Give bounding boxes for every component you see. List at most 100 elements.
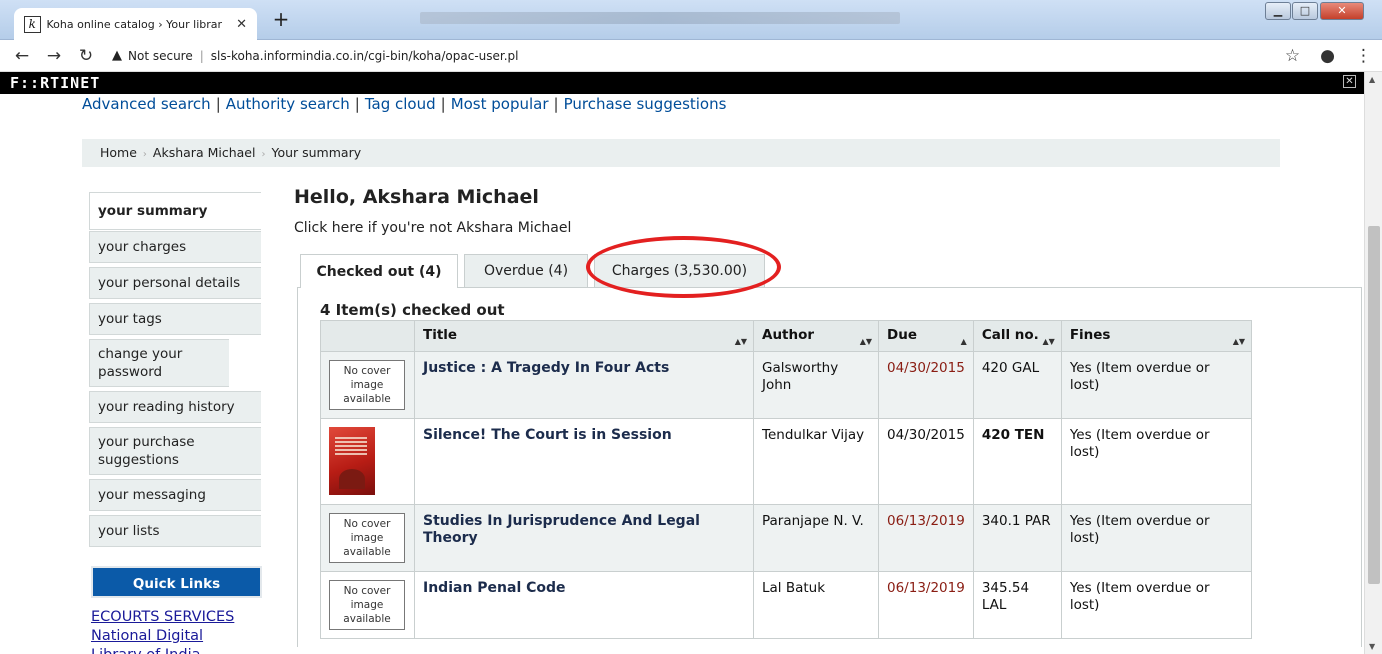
quick-link-ecourts[interactable]: ECOURTS SERVICES (91, 608, 234, 627)
new-tab-button[interactable]: + (268, 9, 294, 31)
back-icon[interactable]: ← (10, 46, 34, 66)
sidebar-item-change-password[interactable]: change your password (89, 339, 229, 387)
no-cover-placeholder: No cover image available (329, 360, 405, 410)
due-cell: 06/13/2019 (878, 504, 974, 572)
title-cell: Indian Penal Code (414, 571, 754, 639)
breadcrumb-user[interactable]: Akshara Michael (153, 145, 256, 160)
call-no-cell: 420 GAL (972, 351, 1062, 419)
breadcrumb-separator-icon: › (142, 149, 147, 160)
user-sidebar-menu: your summary your charges your personal … (89, 175, 261, 547)
quick-link-ndl-cont[interactable]: Library of India (91, 646, 234, 654)
menu-kebab-icon[interactable]: ⋮ (1355, 46, 1372, 66)
page-scrollbar[interactable]: ▲ ▼ (1364, 72, 1382, 654)
column-header-title[interactable]: Title ▲▼ (414, 320, 754, 352)
sidebar-item-label: your lists (98, 523, 160, 539)
author-cell: Galsworthy John (753, 351, 879, 419)
column-header-due[interactable]: Due ▲ (878, 320, 974, 352)
quick-link-ndl[interactable]: National Digital (91, 627, 234, 646)
profile-icon[interactable]: ● (1320, 46, 1335, 66)
fines-cell: Yes (Item overdue or lost) (1060, 504, 1253, 572)
sidebar-item-purchase-suggestions[interactable]: your purchase suggestions (89, 427, 261, 475)
scroll-thumb[interactable] (1368, 226, 1380, 584)
not-you-link[interactable]: Click here if you're not Akshara Michael (294, 220, 571, 236)
sidebar-item-charges[interactable]: your charges (89, 231, 261, 263)
table-row: Silence! The Court is in Session Tendulk… (320, 418, 1253, 505)
sidebar-item-label: your charges (98, 239, 187, 255)
browser-tab[interactable]: k Koha online catalog › Your librar ✕ (14, 8, 257, 40)
sidebar-item-label: your tags (98, 311, 162, 327)
title-link[interactable]: Studies In Jurisprudence And Legal Theor… (423, 513, 700, 546)
title-link[interactable]: Justice : A Tragedy In Four Acts (423, 360, 669, 376)
sidebar-item-personal-details[interactable]: your personal details (89, 267, 261, 299)
tab-charges[interactable]: Charges (3,530.00) (594, 254, 765, 287)
column-header-author[interactable]: Author ▲▼ (753, 320, 879, 352)
table-row: No cover image available Studies In Juri… (320, 504, 1253, 572)
authority-search-link[interactable]: Authority search (226, 95, 350, 113)
author-cell: Paranjape N. V. (753, 504, 879, 572)
no-cover-placeholder: No cover image available (329, 513, 405, 563)
sidebar-item-label: change your password (98, 346, 183, 380)
title-cell: Silence! The Court is in Session (414, 418, 754, 505)
fines-cell: Yes (Item overdue or lost) (1060, 351, 1253, 419)
tab-checked-out[interactable]: Checked out (4) (300, 254, 458, 288)
fortinet-banner: F::RTINET ✕ (0, 72, 1364, 94)
sidebar-item-lists[interactable]: your lists (89, 515, 261, 547)
due-cell: 04/30/2015 (878, 418, 974, 505)
purchase-suggestions-link[interactable]: Purchase suggestions (564, 95, 727, 113)
tag-cloud-link[interactable]: Tag cloud (365, 95, 436, 113)
address-bar: ← → ↻ ▲ Not secure | sls-koha.informindi… (0, 40, 1382, 72)
close-tab-icon[interactable]: ✕ (236, 17, 247, 32)
breadcrumb: Home › Akshara Michael › Your summary (82, 139, 1280, 167)
sort-icon: ▲▼ (1232, 337, 1245, 346)
most-popular-link[interactable]: Most popular (451, 95, 549, 113)
scroll-down-icon[interactable]: ▼ (1369, 642, 1375, 651)
minimize-button[interactable]: ▁ (1265, 2, 1291, 20)
close-banner-icon[interactable]: ✕ (1343, 75, 1356, 88)
column-header-label: Call no. (981, 327, 1039, 343)
sort-icon: ▲▼ (1042, 337, 1055, 346)
column-header-cover (320, 320, 415, 352)
column-header-label: Author (762, 327, 815, 343)
bookmark-star-icon[interactable]: ☆ (1285, 46, 1300, 66)
scroll-up-icon[interactable]: ▲ (1369, 75, 1375, 84)
breadcrumb-current: Your summary (271, 145, 362, 160)
sidebar-item-messaging[interactable]: your messaging (89, 479, 261, 511)
title-link[interactable]: Silence! The Court is in Session (423, 427, 672, 443)
sidebar-item-label: your reading history (98, 399, 235, 415)
cover-cell: No cover image available (320, 571, 415, 639)
due-cell: 06/13/2019 (878, 571, 974, 639)
sort-asc-icon: ▲ (960, 337, 967, 346)
title-cell: Justice : A Tragedy In Four Acts (414, 351, 754, 419)
title-link[interactable]: Indian Penal Code (423, 580, 566, 596)
sidebar-item-label: your summary (98, 203, 208, 219)
checked-out-table: Title ▲▼ Author ▲▼ Due ▲ Call no. ▲▼ Fines ▲▼… (320, 320, 1253, 639)
koha-favicon-icon: k (24, 15, 41, 33)
quick-links-heading: Quick Links (91, 566, 262, 598)
tab-overdue[interactable]: Overdue (4) (464, 254, 588, 287)
sidebar-item-tags[interactable]: your tags (89, 303, 261, 335)
sidebar-item-label: your personal details (98, 275, 241, 291)
breadcrumb-home[interactable]: Home (100, 145, 137, 160)
quick-links-list: ECOURTS SERVICES National Digital Librar… (91, 608, 234, 654)
column-header-fines[interactable]: Fines ▲▼ (1060, 320, 1253, 352)
window-title-blurred (420, 12, 900, 24)
sort-icon: ▲▼ (859, 337, 872, 346)
url-field[interactable]: ▲ Not secure | sls-koha.informindia.co.i… (112, 48, 519, 63)
no-cover-placeholder: No cover image available (329, 580, 405, 630)
fines-cell: Yes (Item overdue or lost) (1060, 571, 1253, 639)
tab-label: Charges (3,530.00) (611, 263, 748, 279)
sidebar-item-reading-history[interactable]: your reading history (89, 391, 261, 423)
browser-titlebar: k Koha online catalog › Your librar ✕ + … (0, 0, 1382, 40)
close-window-button[interactable]: ✕ (1320, 2, 1364, 20)
advanced-search-link[interactable]: Advanced search (82, 95, 211, 113)
table-header-row: Title ▲▼ Author ▲▼ Due ▲ Call no. ▲▼ Fines ▲▼ (320, 320, 1253, 352)
call-no-cell: 345.54 LAL (972, 571, 1062, 639)
reload-icon[interactable]: ↻ (74, 46, 98, 66)
table-row: No cover image available Justice : A Tra… (320, 351, 1253, 419)
sidebar-item-summary[interactable]: your summary (89, 192, 261, 230)
book-cover-image[interactable] (329, 427, 375, 495)
maximize-button[interactable]: □ (1292, 2, 1318, 20)
author-cell: Tendulkar Vijay (753, 418, 879, 505)
forward-icon[interactable]: → (42, 46, 66, 66)
column-header-call-no[interactable]: Call no. ▲▼ (972, 320, 1062, 352)
